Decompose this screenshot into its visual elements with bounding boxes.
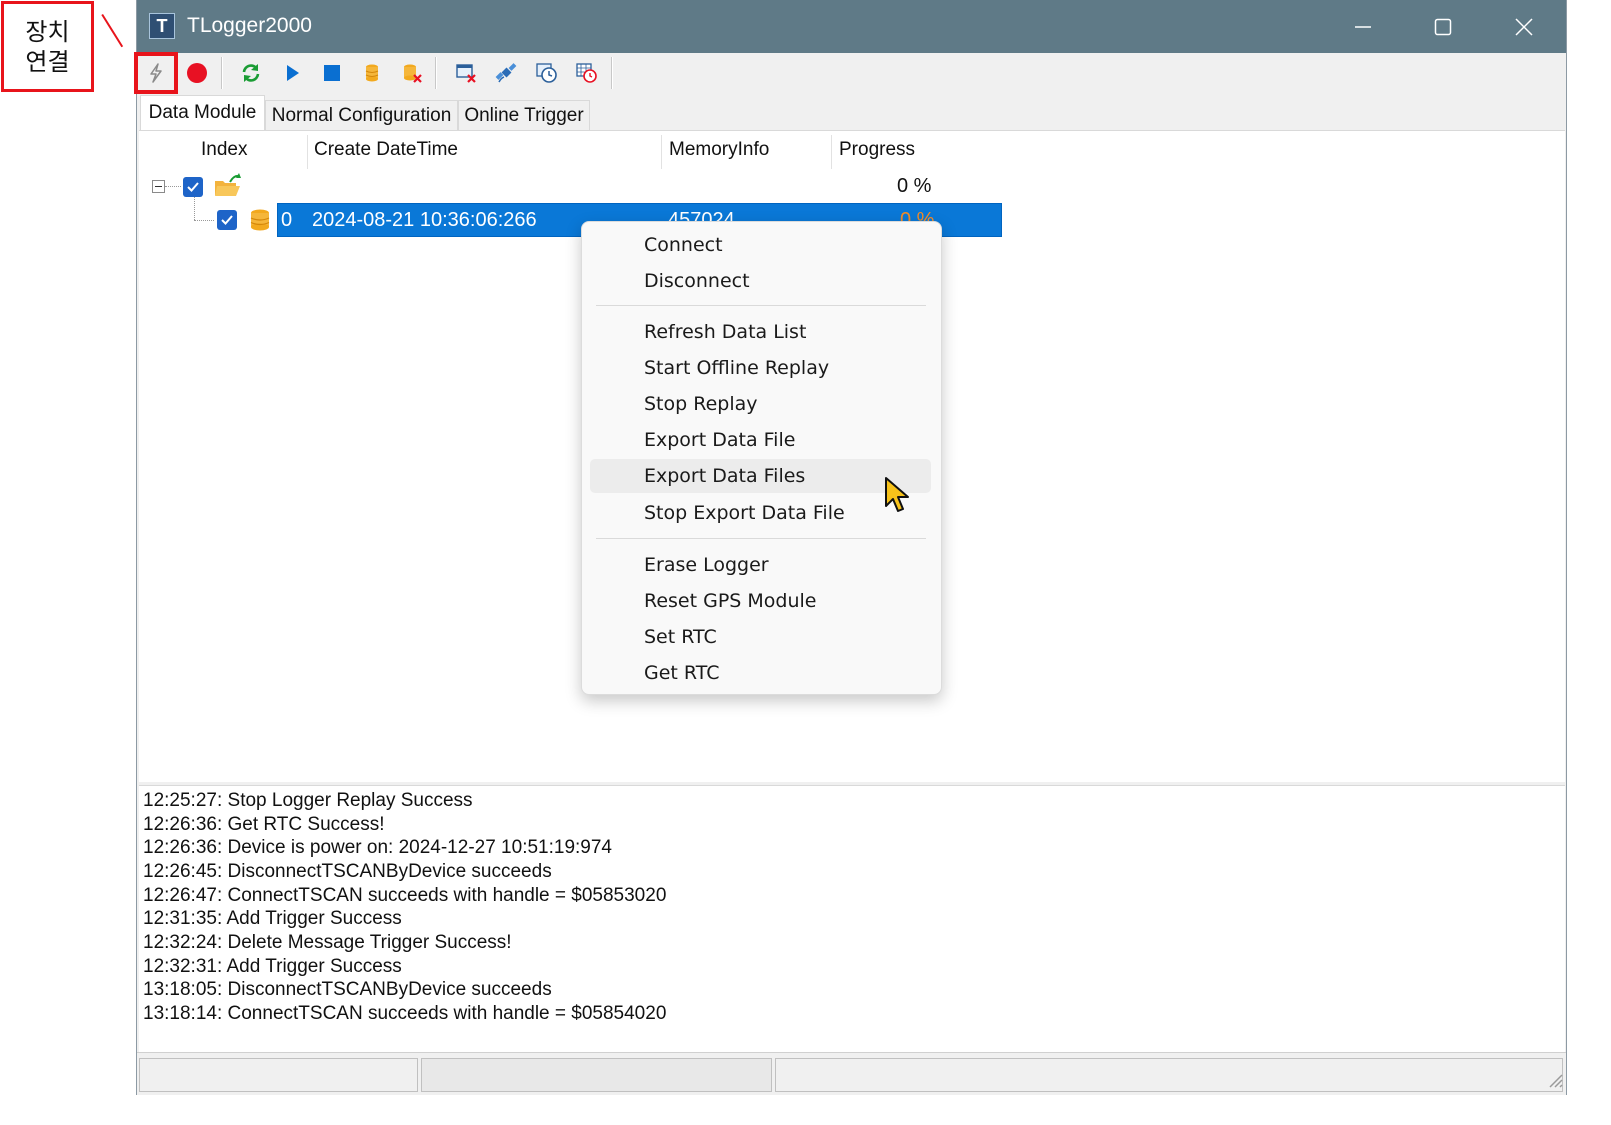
clock-window-icon: [536, 63, 557, 83]
log-line: 12:32:24: Delete Message Trigger Success…: [143, 932, 512, 953]
menu-item-disconnect[interactable]: Disconnect: [590, 264, 931, 298]
log-line: 13:18:05: DisconnectTSCANByDevice succee…: [143, 979, 552, 1000]
row-create-datetime: 2024-08-21 10:36:06:266: [312, 209, 537, 231]
mouse-cursor-icon: [884, 476, 910, 519]
satellite-icon: [495, 63, 517, 83]
toolbar-separator: [611, 57, 613, 89]
column-divider: [307, 135, 308, 169]
folder-open-icon: [214, 173, 242, 204]
callout-pointer: [101, 14, 124, 48]
status-panel: [775, 1058, 1563, 1092]
title-bar: T TLogger2000: [137, 0, 1566, 53]
menu-item-get-rtc[interactable]: Get RTC: [590, 656, 931, 690]
checkmark-icon: [187, 182, 199, 192]
menu-item-start-offline-replay[interactable]: Start Offline Replay: [590, 351, 931, 385]
log-line: 13:18:14: ConnectTSCAN succeeds with han…: [143, 1003, 667, 1024]
log-line: 12:26:47: ConnectTSCAN succeeds with han…: [143, 885, 667, 906]
stop-export-button[interactable]: [396, 57, 428, 89]
refresh-button[interactable]: [235, 57, 267, 89]
column-header-progress[interactable]: Progress: [839, 139, 915, 161]
column-header-index[interactable]: Index: [201, 139, 247, 161]
status-panel: [139, 1058, 418, 1092]
log-line: 12:26:36: Device is power on: 2024-12-27…: [143, 837, 612, 858]
close-button[interactable]: [1484, 0, 1564, 53]
menu-item-export-data-files[interactable]: Export Data Files: [590, 459, 931, 493]
database-delete-icon: [404, 64, 422, 83]
column-header-memoryinfo[interactable]: MemoryInfo: [669, 139, 769, 161]
checkmark-icon: [221, 215, 233, 225]
annotation-callout: 장치 연결: [1, 1, 94, 92]
menu-item-reset-gps-module[interactable]: Reset GPS Module: [590, 584, 931, 618]
reset-gps-button[interactable]: [490, 57, 522, 89]
clock-grid-icon: [576, 63, 597, 83]
tab-data-module[interactable]: Data Module: [140, 95, 265, 130]
log-line: 12:26:36: Get RTC Success!: [143, 814, 385, 835]
context-menu: Connect Disconnect Refresh Data List Sta…: [581, 221, 942, 695]
menu-separator: [596, 538, 926, 539]
tree-connector: [194, 220, 214, 221]
refresh-icon: [242, 64, 260, 82]
toolbar-separator: [435, 57, 437, 89]
highlight-box: [134, 52, 178, 94]
tab-normal-configuration[interactable]: Normal Configuration: [265, 100, 458, 130]
menu-item-set-rtc[interactable]: Set RTC: [590, 620, 931, 654]
column-divider: [661, 135, 662, 169]
log-output[interactable]: 12:25:27: Stop Logger Replay Success 12:…: [139, 785, 1565, 1052]
callout-line-1: 장치: [25, 17, 70, 46]
log-line: 12:26:45: DisconnectTSCANByDevice succee…: [143, 861, 552, 882]
log-line: 12:31:35: Add Trigger Success: [143, 908, 402, 929]
tree-collapse-toggle[interactable]: [152, 180, 165, 193]
database-icon: [249, 208, 271, 237]
get-rtc-button[interactable]: [571, 57, 603, 89]
erase-logger-button[interactable]: [450, 57, 482, 89]
minimize-icon: [1355, 25, 1371, 28]
database-icon: [365, 64, 379, 82]
resize-grip-icon[interactable]: [1545, 1070, 1563, 1093]
tree-connector: [194, 197, 195, 220]
root-progress: 0 %: [897, 175, 932, 197]
menu-separator: [596, 305, 926, 306]
row-checkbox[interactable]: [217, 210, 237, 230]
log-line: 12:32:31: Add Trigger Success: [143, 956, 402, 977]
menu-item-stop-export-data-file[interactable]: Stop Export Data File: [590, 496, 931, 530]
root-checkbox[interactable]: [183, 177, 203, 197]
tree-connector: [165, 186, 181, 187]
menu-item-erase-logger[interactable]: Erase Logger: [590, 548, 931, 582]
minimize-button[interactable]: [1323, 0, 1403, 53]
log-line: 12:25:27: Stop Logger Replay Success: [143, 790, 473, 811]
column-divider: [831, 135, 832, 169]
maximize-button[interactable]: [1403, 0, 1483, 53]
menu-item-connect[interactable]: Connect: [590, 228, 931, 262]
set-rtc-button[interactable]: [531, 57, 563, 89]
column-header-create-datetime[interactable]: Create DateTime: [314, 139, 458, 161]
tab-bar: Data Module Normal Configuration Online …: [137, 95, 1566, 130]
callout-line-2: 연결: [25, 47, 70, 76]
window-delete-icon: [456, 64, 476, 83]
stop-button[interactable]: [316, 57, 348, 89]
tab-online-trigger[interactable]: Online Trigger: [458, 100, 590, 130]
status-progress-panel: [421, 1058, 772, 1092]
status-bar: [137, 1052, 1566, 1095]
menu-item-refresh-data-list[interactable]: Refresh Data List: [590, 315, 931, 349]
row-index: 0: [281, 209, 293, 231]
window-title: TLogger2000: [187, 14, 312, 37]
record-button[interactable]: [181, 57, 213, 89]
menu-item-stop-replay[interactable]: Stop Replay: [590, 387, 931, 421]
record-icon: [187, 63, 207, 83]
app-icon: T: [149, 13, 175, 39]
export-data-button[interactable]: [356, 57, 388, 89]
menu-item-export-data-file[interactable]: Export Data File: [590, 423, 931, 457]
stop-icon: [324, 65, 340, 81]
play-icon: [287, 65, 299, 81]
maximize-icon: [1434, 18, 1452, 35]
close-icon: [1515, 17, 1533, 36]
toolbar: [137, 53, 1566, 93]
toolbar-separator: [221, 57, 223, 89]
play-button[interactable]: [276, 57, 308, 89]
